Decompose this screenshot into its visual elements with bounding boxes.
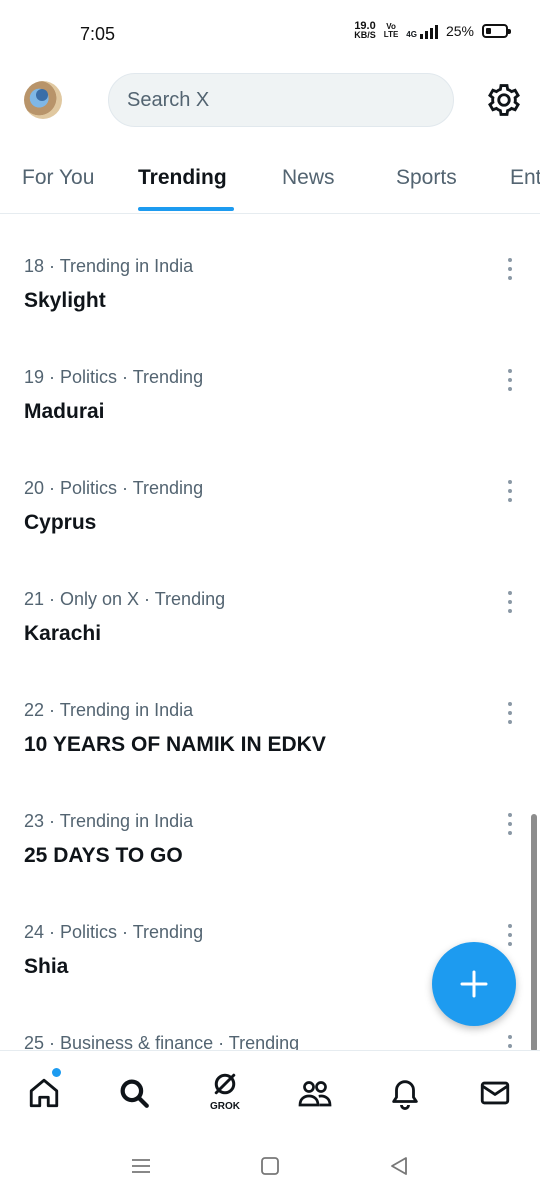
search-box[interactable] — [108, 73, 454, 127]
search-icon — [120, 1079, 149, 1108]
bottom-nav: GROK — [0, 1050, 540, 1134]
nav-notifications[interactable] — [383, 1071, 427, 1115]
more-options-icon[interactable] — [502, 702, 518, 724]
more-options-icon[interactable] — [502, 591, 518, 613]
network-type-label: 4G — [406, 30, 417, 39]
trend-meta: 25 · Business & finance · Trending — [24, 1033, 300, 1050]
more-options-icon[interactable] — [502, 1035, 518, 1050]
recent-apps-icon[interactable] — [127, 1154, 155, 1178]
search-input[interactable] — [127, 88, 427, 112]
tab-news[interactable]: News — [282, 166, 335, 190]
more-options-icon[interactable] — [502, 480, 518, 502]
nav-explore[interactable] — [112, 1071, 156, 1115]
trend-title: 25 DAYS TO GO — [24, 844, 183, 867]
more-options-icon[interactable] — [502, 258, 518, 280]
trend-item[interactable]: 23 · Trending in India 25 DAYS TO GO — [0, 769, 540, 880]
trend-meta: 23 · Trending in India — [24, 811, 194, 831]
trend-item[interactable]: 18 · Trending in India Skylight — [0, 214, 540, 325]
tab-entertainment[interactable]: Ent — [510, 166, 540, 190]
system-nav-bar — [0, 1134, 540, 1200]
battery-icon — [482, 24, 511, 38]
trend-meta: 24 · Politics · Trending — [24, 922, 204, 942]
battery-fill — [486, 28, 491, 34]
home-icon — [29, 1078, 59, 1108]
trend-title: 10 YEARS OF NAMIK IN EDKV — [24, 733, 326, 756]
signal-icon: 4G — [406, 23, 438, 39]
trend-meta: 20 · Politics · Trending — [24, 478, 204, 498]
trend-title: Madurai — [24, 400, 105, 423]
trend-item[interactable]: 20 · Politics · Trending Cyprus — [0, 436, 540, 547]
home-button-icon[interactable] — [256, 1154, 284, 1178]
network-speed-unit: KB/S — [354, 30, 376, 40]
trend-meta: 22 · Trending in India — [24, 700, 194, 720]
nav-grok[interactable]: GROK — [203, 1071, 247, 1115]
nav-messages[interactable] — [473, 1071, 517, 1115]
tab-for-you[interactable]: For You — [22, 166, 94, 190]
tab-trending[interactable]: Trending — [138, 166, 227, 190]
grok-label: GROK — [210, 1101, 240, 1112]
trend-title: Shia — [24, 955, 69, 978]
trend-meta: 19 · Politics · Trending — [24, 367, 204, 387]
tab-bar: For You Trending News Sports Ent — [0, 150, 540, 214]
more-options-icon[interactable] — [502, 813, 518, 835]
nav-communities[interactable] — [293, 1071, 337, 1115]
trend-meta: 21 · Only on X · Trending — [24, 589, 226, 609]
communities-icon — [298, 1081, 332, 1107]
tab-sports[interactable]: Sports — [396, 166, 457, 190]
compose-button[interactable] — [432, 942, 516, 1026]
trend-title: Skylight — [24, 289, 106, 312]
volte-icon: Vo LTE — [384, 23, 399, 39]
mail-icon — [480, 1081, 510, 1105]
back-icon[interactable] — [385, 1154, 413, 1178]
trend-item[interactable]: 21 · Only on X · Trending Karachi — [0, 547, 540, 658]
home-notification-dot — [52, 1068, 61, 1077]
trend-title: Cyprus — [24, 511, 97, 534]
trend-list: 18 · Trending in India Skylight 19 · Pol… — [0, 214, 540, 1050]
volte-bottom: LTE — [383, 30, 399, 39]
trend-item[interactable]: 22 · Trending in India 10 YEARS OF NAMIK… — [0, 658, 540, 769]
trend-title: Karachi — [24, 622, 102, 645]
plus-icon — [460, 970, 488, 998]
profile-avatar[interactable] — [24, 81, 62, 119]
network-speed: 19.0 KB/S — [354, 21, 376, 40]
grok-icon — [214, 1073, 236, 1095]
status-time: 7:05 — [80, 24, 116, 44]
more-options-icon[interactable] — [502, 369, 518, 391]
trend-item[interactable]: 19 · Politics · Trending Madurai — [0, 325, 540, 436]
status-bar: 7:05 19.0 KB/S Vo LTE 4G 25% — [0, 0, 540, 66]
active-tab-indicator — [138, 207, 234, 211]
battery-percent: 25% — [445, 23, 474, 39]
nav-home[interactable] — [22, 1071, 66, 1115]
scrollbar[interactable] — [531, 814, 537, 1052]
trend-meta: 18 · Trending in India — [24, 256, 194, 276]
more-options-icon[interactable] — [502, 924, 518, 946]
status-icons: 19.0 KB/S Vo LTE 4G 25% — [354, 21, 511, 40]
gear-icon[interactable] — [486, 82, 522, 118]
bell-icon — [392, 1080, 418, 1110]
